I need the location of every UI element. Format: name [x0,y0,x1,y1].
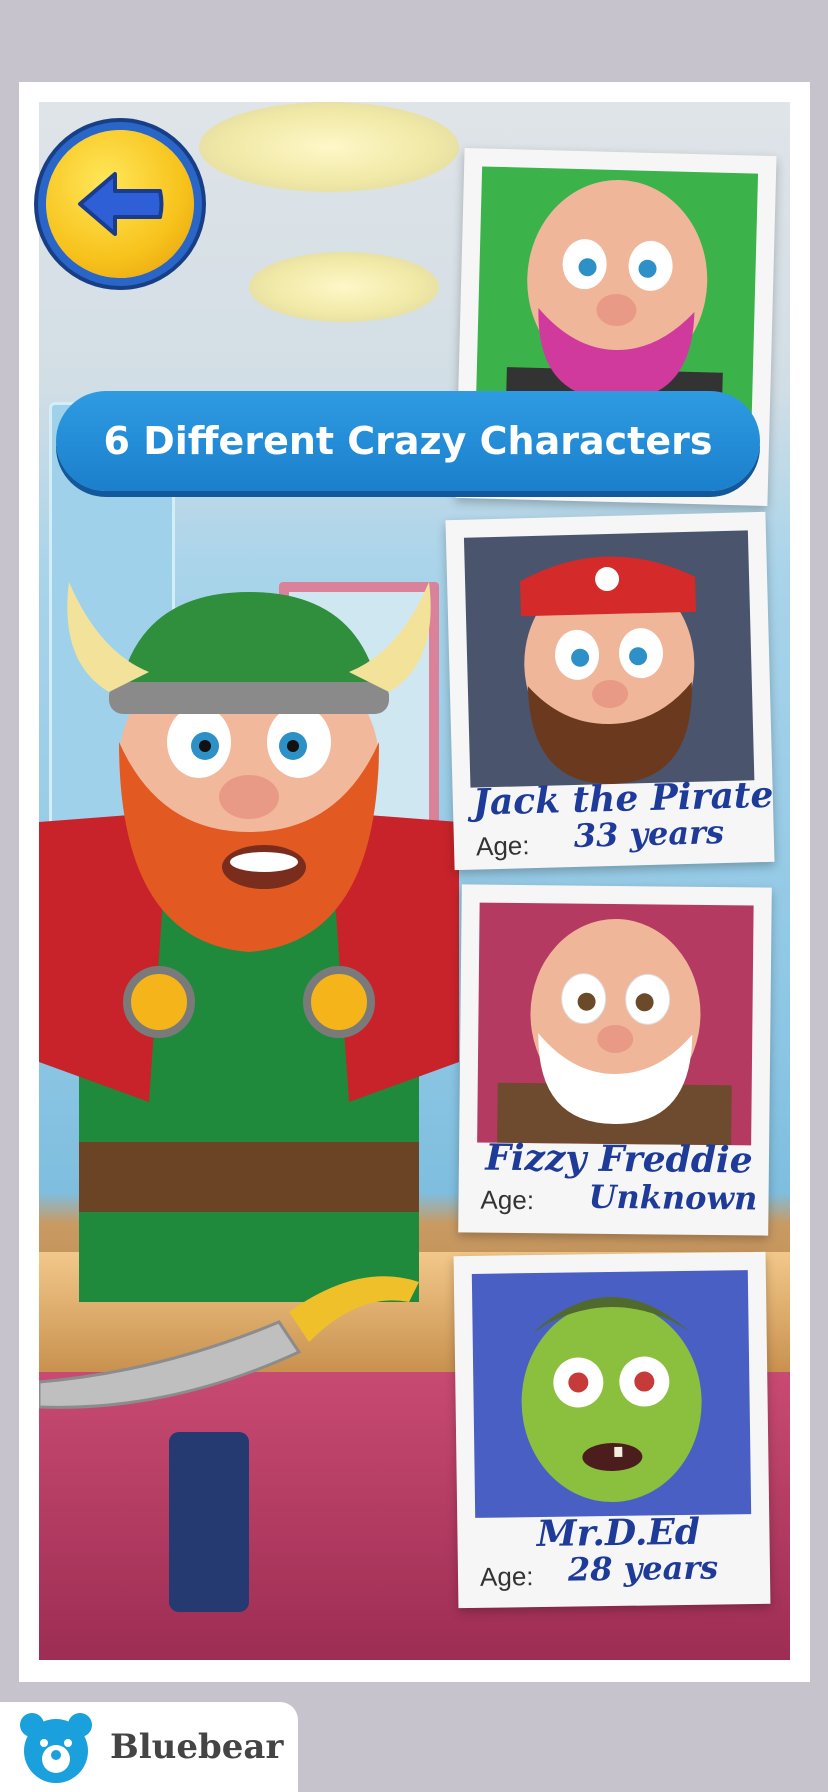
age-label: Age: [479,1561,534,1592]
banner-text: 6 Different Crazy Characters [103,419,713,463]
ceiling-light [249,252,439,322]
back-arrow-icon [78,172,164,236]
sword-prop [39,1276,419,1409]
character-card-fizzy-freddie[interactable]: Fizzy Freddie Age: Unknown [458,884,772,1236]
age-label: Age: [480,1184,535,1216]
age-label: Age: [475,830,530,862]
back-button[interactable] [46,130,194,278]
bear-icon [20,1713,92,1783]
age-value: 28 years [567,1548,719,1589]
viking-character [39,582,459,1302]
character-card-mr-d-ed[interactable]: Mr.D.Ed Age: 28 years [453,1251,771,1609]
character-portrait [463,530,755,788]
logo-text: Bluebear [110,1727,284,1767]
age-value: 33 years [573,813,725,855]
age-value: Unknown [588,1177,758,1218]
biker-face-icon [505,180,723,414]
character-portrait [475,166,759,414]
character-card-jack-the-pirate[interactable]: Jack the Pirate Age: 33 years [445,511,775,871]
freddie-face-icon [497,919,732,1146]
zombie-face-icon [521,1297,702,1503]
character-portrait [477,902,754,1146]
branding-badge: Bluebear [0,1702,298,1792]
headline-banner: 6 Different Crazy Characters [56,391,760,491]
ceiling-light [199,102,459,192]
clipper-prop [169,1432,249,1612]
pirate-face-icon [520,556,696,784]
character-name: Fizzy Freddie [485,1136,753,1182]
character-portrait [471,1270,752,1518]
